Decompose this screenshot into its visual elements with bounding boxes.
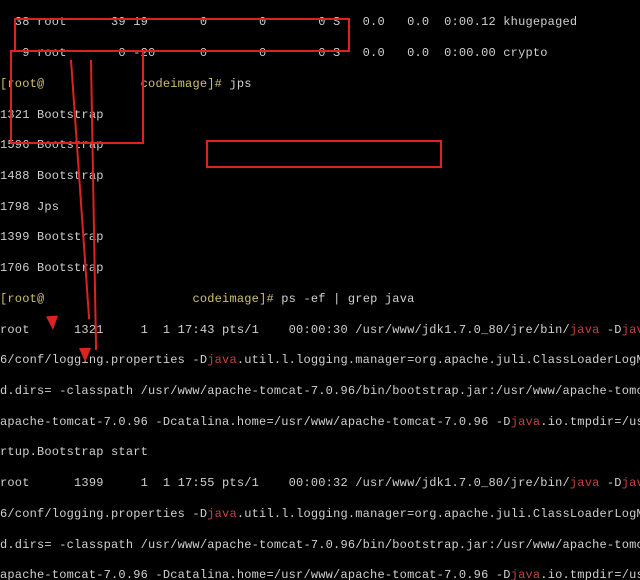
ps-row: 6/conf/logging.properties -Djava.util.l.… <box>0 353 640 368</box>
terminal[interactable]: 38 root 39 19 0 0 0 S 0.0 0.0 0:00.12 kh… <box>0 0 640 580</box>
ps-row: apache-tomcat-7.0.96 -Dcatalina.home=/us… <box>0 568 640 580</box>
prompt-jps: [root@ codeimage]# jps <box>0 77 640 92</box>
ps-row: apache-tomcat-7.0.96 -Dcatalina.home=/us… <box>0 415 640 430</box>
ps-row: d.dirs= -classpath /usr/www/apache-tomca… <box>0 538 640 553</box>
ps-row: root 1399 1 1 17:55 pts/1 00:00:32 /usr/… <box>0 476 640 491</box>
ps-row: 6/conf/logging.properties -Djava.util.l.… <box>0 507 640 522</box>
jps-output: 1706 Bootstrap <box>0 261 640 276</box>
top-processes: 9 root 0 -20 0 0 0 S 0.0 0.0 0:00.00 cry… <box>0 46 640 61</box>
prompt-ps: [root@ codeimage]# ps -ef | grep java <box>0 292 640 307</box>
jps-output: 1798 Jps <box>0 200 640 215</box>
top-processes: 38 root 39 19 0 0 0 S 0.0 0.0 0:00.12 kh… <box>0 15 640 30</box>
jps-output: 1488 Bootstrap <box>0 169 640 184</box>
ps-row: rtup.Bootstrap start <box>0 445 640 460</box>
jps-output: 1596 Bootstrap <box>0 138 640 153</box>
jps-output: 1321 Bootstrap <box>0 108 640 123</box>
ps-row: d.dirs= -classpath /usr/www/apache-tomca… <box>0 384 640 399</box>
jps-output: 1399 Bootstrap <box>0 230 640 245</box>
ps-row: root 1321 1 1 17:43 pts/1 00:00:30 /usr/… <box>0 323 640 338</box>
